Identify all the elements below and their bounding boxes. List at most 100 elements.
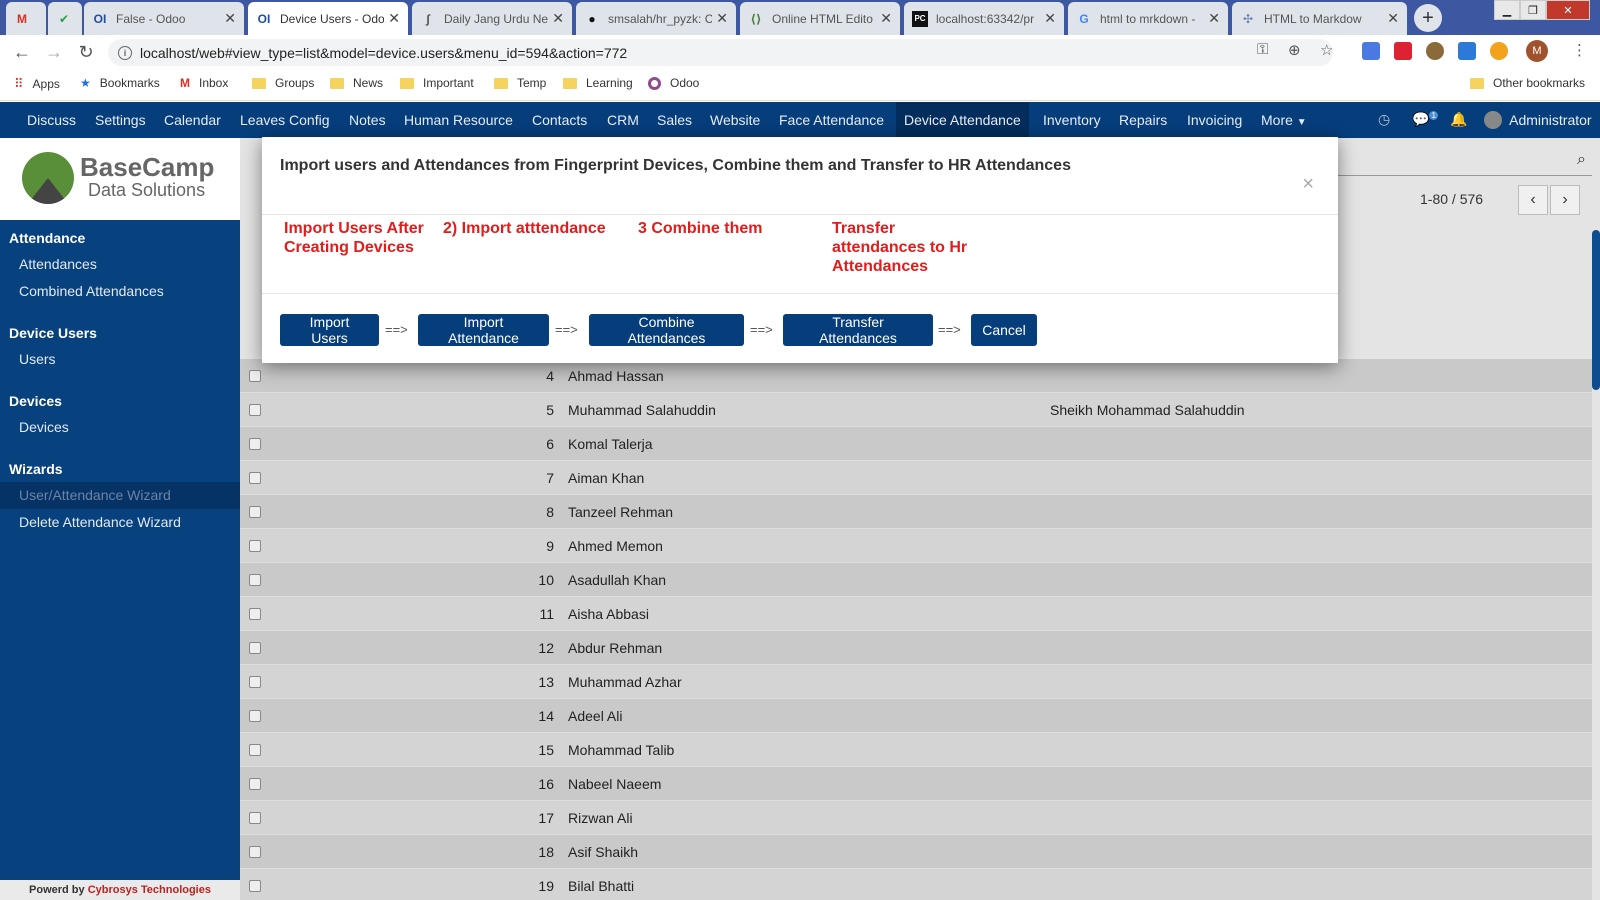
table-row[interactable]: 5 Muhammad Salahuddin Sheikh Mohammad Sala…: [240, 393, 1592, 427]
bookmark-bookmarks[interactable]: ★ Bookmarks: [80, 76, 160, 90]
menu-device-attendance[interactable]: Device Attendance: [896, 102, 1029, 138]
row-checkbox[interactable]: [249, 676, 261, 688]
profile-avatar[interactable]: M: [1526, 40, 1548, 62]
menu-notes[interactable]: Notes: [341, 102, 394, 138]
close-icon[interactable]: ✕: [880, 10, 892, 27]
powered-brand-link[interactable]: Cybrosys Technologies: [88, 884, 211, 896]
browser-tab[interactable]: M: [6, 2, 46, 35]
sidebar-item-combined-attendances[interactable]: Combined Attendances: [19, 283, 164, 299]
row-checkbox[interactable]: [249, 370, 261, 382]
user-menu[interactable]: Administrator: [1476, 102, 1600, 138]
table-row[interactable]: 12 Abdur Rehman: [240, 631, 1592, 665]
row-checkbox[interactable]: [249, 880, 261, 892]
close-icon[interactable]: ✕: [1387, 10, 1399, 27]
table-row[interactable]: 9 Ahmed Memon: [240, 529, 1592, 563]
menu-inventory[interactable]: Inventory: [1035, 102, 1109, 138]
menu-human-resource[interactable]: Human Resource: [396, 102, 521, 138]
browser-tab[interactable]: ● smsalah/hr_pyzk: C ✕: [576, 2, 736, 35]
close-icon[interactable]: ✕: [1208, 10, 1220, 27]
star-icon[interactable]: ☆: [1320, 41, 1333, 59]
menu-invoicing[interactable]: Invoicing: [1179, 102, 1250, 138]
import-attendance-button[interactable]: Import Attendance: [418, 314, 549, 346]
table-row[interactable]: 17 Rizwan Ali: [240, 801, 1592, 835]
zoom-icon[interactable]: ⊕: [1288, 41, 1301, 59]
menu-face-attendance[interactable]: Face Attendance: [771, 102, 892, 138]
menu-sales[interactable]: Sales: [649, 102, 700, 138]
browser-tab-active[interactable]: OI Device Users - Odo ✕: [248, 2, 408, 35]
table-row[interactable]: 13 Muhammad Azhar: [240, 665, 1592, 699]
forward-arrow-icon[interactable]: →: [44, 42, 64, 62]
table-row[interactable]: 4 Ahmad Hassan: [240, 359, 1592, 393]
bookmark-important[interactable]: Important: [400, 76, 474, 90]
translate-extension-icon[interactable]: [1362, 42, 1380, 60]
row-checkbox[interactable]: [249, 438, 261, 450]
browser-tab[interactable]: ∫ Daily Jang Urdu Ne ✕: [412, 2, 572, 35]
table-row[interactable]: 11 Aisha Abbasi: [240, 597, 1592, 631]
menu-website[interactable]: Website: [702, 102, 768, 138]
sidebar-item-attendances[interactable]: Attendances: [19, 256, 97, 272]
close-icon[interactable]: ✕: [224, 10, 236, 27]
row-checkbox[interactable]: [249, 812, 261, 824]
table-row[interactable]: 7 Aiman Khan: [240, 461, 1592, 495]
reload-icon[interactable]: ↻: [76, 42, 96, 62]
pager-value[interactable]: 1-80 / 576: [1420, 191, 1483, 207]
browser-tab[interactable]: ✣ HTML to Markdow ✕: [1232, 2, 1407, 35]
back-arrow-icon[interactable]: ←: [12, 42, 32, 62]
bookmark-apps[interactable]: ⠿ Apps: [14, 76, 60, 92]
close-icon[interactable]: ✕: [1044, 10, 1056, 27]
row-checkbox[interactable]: [249, 744, 261, 756]
search-input[interactable]: ⌕: [1310, 148, 1592, 176]
table-row[interactable]: 15 Mohammad Talib: [240, 733, 1592, 767]
row-checkbox[interactable]: [249, 404, 261, 416]
browser-tab[interactable]: OI False - Odoo ✕: [84, 2, 244, 35]
activity-clock-icon[interactable]: ◷: [1378, 111, 1390, 128]
table-row[interactable]: 16 Nabeel Naeem: [240, 767, 1592, 801]
menu-leaves-config[interactable]: Leaves Config: [232, 102, 338, 138]
address-bar[interactable]: i localhost/web#view_type=list&model=dev…: [108, 39, 1333, 66]
browser-tab[interactable]: PC localhost:63342/pr ✕: [904, 2, 1064, 35]
sidebar-item-user-attendance-wizard[interactable]: User/Attendance Wizard: [19, 487, 171, 503]
pdf-extension-icon[interactable]: [1394, 42, 1412, 60]
menu-contacts[interactable]: Contacts: [524, 102, 595, 138]
database-extension-icon[interactable]: [1490, 42, 1508, 60]
table-row[interactable]: 8 Tanzeel Rehman: [240, 495, 1592, 529]
transfer-attendances-button[interactable]: Transfer Attendances: [783, 314, 933, 346]
table-row[interactable]: 19 Bilal Bhatti: [240, 869, 1592, 900]
bookmark-temp[interactable]: Temp: [494, 76, 546, 90]
table-row[interactable]: 18 Asif Shaikh: [240, 835, 1592, 869]
browser-tab[interactable]: ⟨⟩ Online HTML Edito ✕: [740, 2, 900, 35]
menu-calendar[interactable]: Calendar: [156, 102, 229, 138]
restore-button[interactable]: ❐: [1520, 0, 1546, 20]
menu-dots-icon[interactable]: ⋮: [1572, 41, 1587, 59]
info-icon[interactable]: i: [118, 45, 132, 60]
sm-extension-icon[interactable]: [1458, 42, 1476, 60]
close-icon[interactable]: ✕: [388, 10, 400, 27]
row-checkbox[interactable]: [249, 710, 261, 722]
new-tab-button[interactable]: +: [1414, 4, 1442, 32]
minimize-button[interactable]: ▁: [1494, 0, 1520, 20]
close-icon[interactable]: ✕: [552, 10, 564, 27]
row-checkbox[interactable]: [249, 472, 261, 484]
chat-icon[interactable]: 💬 1: [1412, 111, 1438, 128]
menu-discuss[interactable]: Discuss: [19, 102, 84, 138]
bookmark-odoo[interactable]: Odoo: [648, 76, 699, 90]
bell-icon[interactable]: 🔔: [1450, 111, 1467, 128]
menu-more[interactable]: More ▼: [1253, 102, 1315, 138]
close-icon[interactable]: ✕: [716, 10, 728, 27]
bookmark-groups[interactable]: Groups: [252, 76, 314, 90]
pager-next-button[interactable]: ›: [1550, 185, 1580, 215]
row-checkbox[interactable]: [249, 846, 261, 858]
import-users-button[interactable]: Import Users: [280, 314, 379, 346]
pager-previous-button[interactable]: ‹: [1518, 185, 1548, 215]
row-checkbox[interactable]: [249, 506, 261, 518]
agent-extension-icon[interactable]: [1426, 42, 1444, 60]
table-row[interactable]: 14 Adeel Ali: [240, 699, 1592, 733]
sidebar-item-devices[interactable]: Devices: [19, 419, 69, 435]
row-checkbox[interactable]: [249, 608, 261, 620]
menu-repairs[interactable]: Repairs: [1111, 102, 1175, 138]
row-checkbox[interactable]: [249, 778, 261, 790]
bookmark-news[interactable]: News: [330, 76, 383, 90]
combine-attendances-button[interactable]: Combine Attendances: [589, 314, 744, 346]
search-icon[interactable]: ⌕: [1577, 151, 1586, 169]
close-icon[interactable]: ×: [1302, 173, 1314, 196]
